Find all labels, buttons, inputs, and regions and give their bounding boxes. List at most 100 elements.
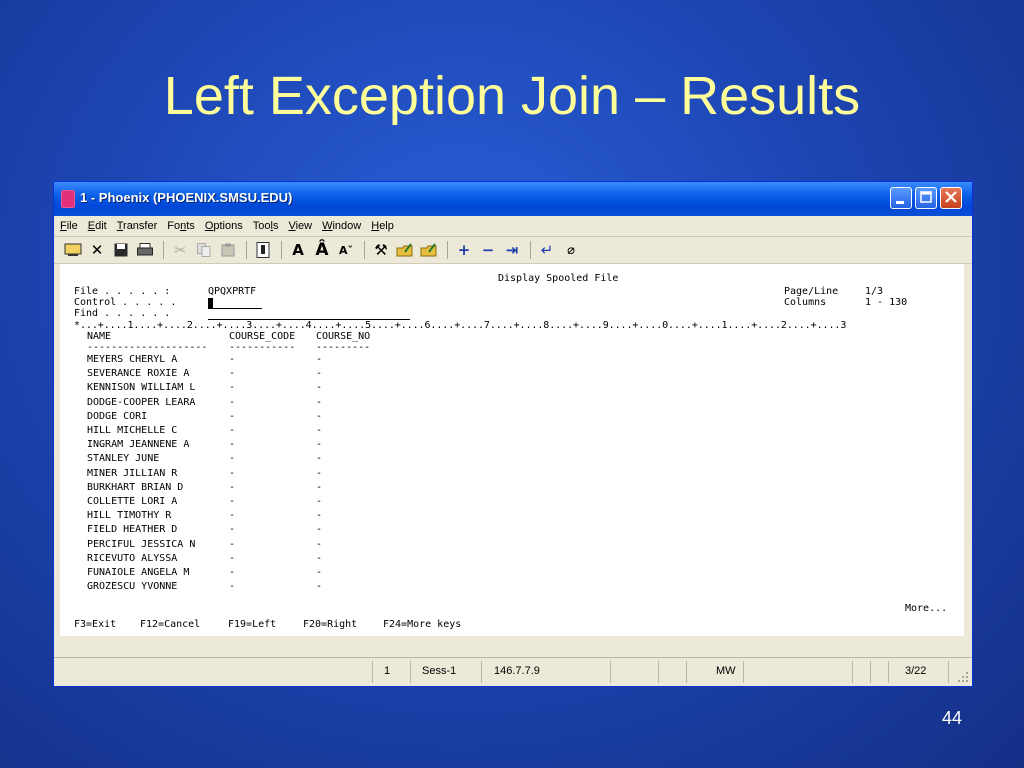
row-name: DODGE-COOPER LEARA [87,396,196,408]
header-rule-code: ----------- [229,342,296,353]
terminal-screen[interactable]: Display Spooled File File . . . . . : QP… [60,264,964,636]
slide-title: Left Exception Join – Results [163,66,861,126]
row-course-code: - [229,368,236,380]
disconnect-icon[interactable] [62,240,84,260]
window-titlebar[interactable]: 1 - Phoenix (PHOENIX.SMSU.EDU) [54,182,972,216]
header-rule-name: -------------------- [87,342,208,353]
column-ruler: *...+....1....+....2....+....3....+....4… [74,320,847,331]
row-name: STANLEY JUNE [87,453,160,465]
minimize-button[interactable] [890,187,912,209]
row-name: KENNISON WILLIAM L [87,382,196,394]
row-course-no: - [316,382,323,394]
control-input[interactable] [208,298,262,309]
row-name: HILL TIMOTHY R [87,510,172,522]
file-value: QPQXPRTF [208,286,257,297]
more-indicator: More... [905,603,948,614]
status-bar: 1 Sess-1 146.7.7.9 MW 3/22 [54,657,972,686]
print-icon[interactable] [134,240,156,260]
plus-icon[interactable]: + [453,240,475,260]
row-course-no: - [316,496,323,507]
row-name: MEYERS CHERYL A [87,354,178,365]
send-icon[interactable] [394,240,416,260]
fkey-right[interactable]: F20=Right [303,619,357,631]
resize-grip-icon[interactable] [957,671,969,683]
row-course-code: - [229,453,236,465]
fkey-left[interactable]: F19=Left [228,619,276,631]
row-course-code: - [229,581,236,593]
cut-icon[interactable]: ✂ [169,240,191,260]
row-course-code: - [229,481,236,493]
tab-icon[interactable]: ⇥ [501,240,523,260]
copy-icon[interactable] [193,240,215,260]
row-course-no: - [316,538,323,550]
font-smaller-icon[interactable]: Aˇ [335,240,357,260]
find-label: Find . . . . . . [74,308,171,319]
menu-bar: File Edit Transfer Fonts Options Tools V… [54,216,972,237]
minus-icon[interactable]: − [477,240,499,260]
row-course-code: - [229,552,236,564]
row-course-code: - [229,410,236,422]
row-name: INGRAM JEANNENE A [87,439,190,451]
row-course-no: - [316,481,323,493]
maximize-icon [920,191,932,203]
menu-edit[interactable]: Edit [88,220,107,232]
row-name: FIELD HEATHER D [87,524,178,536]
row-course-code: - [229,567,236,578]
tools-icon[interactable]: ⚒ [370,240,392,260]
row-course-no: - [316,453,323,465]
app-icon [61,190,75,208]
row-name: COLLETTE LORI A [87,496,178,507]
receive-icon[interactable] [418,240,440,260]
row-name: MINER JILLIAN R [87,467,178,479]
row-course-code: - [229,524,236,536]
font-larger-icon[interactable]: Â [311,240,333,260]
menu-window[interactable]: Window [322,220,361,232]
row-course-code: - [229,510,236,522]
font-bold-icon[interactable]: A [287,240,309,260]
menu-fonts[interactable]: Fonts [167,220,195,232]
enter-icon[interactable]: ↵ [536,240,558,260]
maximize-button[interactable] [915,187,937,209]
menu-tools[interactable]: Tools [253,220,279,232]
row-course-no: - [316,368,323,380]
close-button[interactable] [940,187,962,209]
close-icon [945,191,957,203]
row-name: PERCIFUL JESSICA N [87,538,196,550]
row-course-code: - [229,396,236,408]
fkey-exit[interactable]: F3=Exit [74,619,116,631]
row-course-code: - [229,439,236,451]
row-course-no: - [316,410,323,422]
phoenix-window: 1 - Phoenix (PHOENIX.SMSU.EDU) File Edit… [53,181,973,687]
cancel-icon[interactable]: ✕ [86,240,108,260]
menu-view[interactable]: View [288,220,312,232]
row-course-no: - [316,467,323,479]
row-name: BURKHART BRIAN D [87,481,184,493]
fkey-more-keys[interactable]: F24=More keys [383,619,461,631]
fkey-cancel[interactable]: F12=Cancel [140,619,200,631]
eraser-icon[interactable]: ⌀ [560,240,582,260]
row-course-no: - [316,581,323,593]
menu-file[interactable]: File [60,220,78,232]
status-address: 146.7.7.9 [494,665,540,677]
menu-options[interactable]: Options [205,220,243,232]
keyboard-icon[interactable] [252,240,274,260]
row-course-code: - [229,496,236,507]
row-course-code: - [229,425,236,436]
row-course-no: - [316,510,323,522]
status-mode: MW [716,665,736,677]
row-name: FUNAIOLE ANGELA M [87,567,190,578]
row-course-no: - [316,439,323,451]
row-name: GROZESCU YVONNE [87,581,178,593]
row-course-no: - [316,524,323,536]
menu-transfer[interactable]: Transfer [117,220,158,232]
row-course-no: - [316,425,323,436]
status-session: Sess-1 [422,665,457,677]
paste-icon[interactable] [217,240,239,260]
save-icon[interactable] [110,240,132,260]
header-rule-no: --------- [316,342,371,353]
find-input[interactable] [208,309,410,320]
row-course-no: - [316,354,323,365]
menu-help[interactable]: Help [371,220,394,232]
status-field: 1 [384,665,391,677]
row-course-no: - [316,552,323,564]
